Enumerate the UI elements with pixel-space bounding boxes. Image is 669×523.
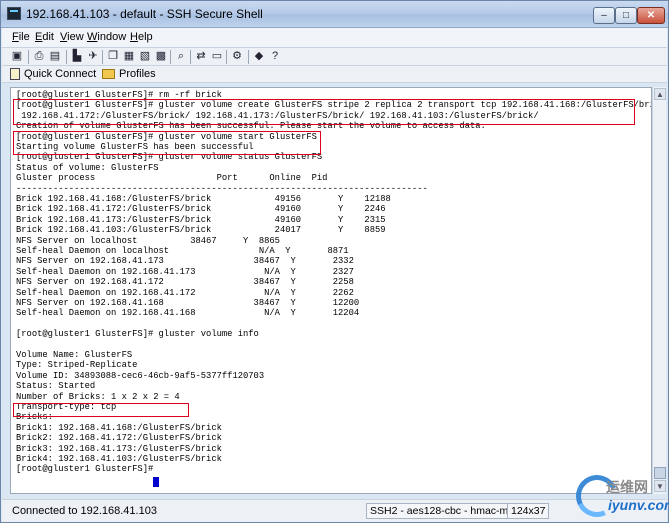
profiles-bar: Quick Connect Profiles [2,66,667,83]
settings-icon[interactable]: ⚙ [230,50,244,63]
terminal-line: NFS Server on 192.168.41.173 38467 Y 233… [16,256,354,267]
terminal-line: Self-heal Daemon on 192.168.41.168 N/A Y… [16,308,360,319]
copy-icon[interactable]: ❐ [106,50,120,63]
terminal-line: [root@gluster1 GlusterFS]# [16,464,159,475]
toolbar-separator [102,50,103,64]
site-watermark: 运维网 iyunv.com [570,469,669,523]
menu-edit[interactable]: Edit [35,31,54,43]
toolbar-separator [248,50,249,64]
clear-icon[interactable]: ▩ [154,50,168,63]
menu-help[interactable]: Help [130,31,153,43]
paste-icon[interactable]: ▦ [122,50,136,63]
menu-view[interactable]: View [60,31,84,43]
terminal-line: Brick 192.168.41.173:/GlusterFS/brick 49… [16,214,386,225]
menu-file[interactable]: File [12,31,30,43]
terminal-line: Self-heal Daemon on localhost N/A Y 8871 [16,246,349,256]
close-button[interactable]: ✕ [637,7,665,24]
toolbar-separator [28,50,29,64]
quick-connect-icon[interactable] [10,68,20,80]
terminal-cursor [153,477,159,487]
toolbar-separator [66,50,67,64]
vertical-scrollbar[interactable]: ▲ ▼ [652,87,666,494]
highlight-create-command [13,99,635,125]
terminal-line: Status: Started [16,381,96,392]
terminal-line: Volume Name: GlusterFS [16,350,133,360]
scroll-up-arrow-icon[interactable]: ▲ [654,88,666,100]
status-bar: Connected to 192.168.41.103 SSH2 - aes12… [2,499,667,522]
window-title: 192.168.41.103 - default - SSH Secure Sh… [26,7,263,21]
menu-window[interactable]: Window [87,31,126,43]
terminal-line: Self-heal Daemon on 192.168.41.172 N/A Y… [16,287,354,298]
terminal-line: Gluster process Port Online Pid [16,173,328,184]
terminal-line: Self-heal Daemon on 192.168.41.173 N/A Y… [16,266,354,277]
terminal-line: Type: Striped-Replicate [16,360,138,371]
terminal-line: Status of volume: GlusterFS [16,162,159,173]
terminal-app-icon [7,7,21,20]
watermark-en-text: iyunv.com [608,497,669,513]
save-icon[interactable]: ▣ [10,50,24,63]
help-icon[interactable]: ◆ [252,50,266,63]
print-preview-icon[interactable]: ▤ [48,50,62,63]
terminal-line: [root@gluster1 GlusterFS]# gluster volum… [16,329,259,340]
toolbar-separator [226,50,227,64]
folder-icon[interactable] [102,69,115,79]
terminal-output[interactable]: [root@gluster1 GlusterFS]# Brick4: 192.1… [10,87,652,494]
terminal-line: Brick 192.168.41.168:/GlusterFS/brick 49… [16,194,391,204]
terminal-line: Brick3: 192.168.41.173:/GlusterFS/brick [16,443,222,454]
whats-this-icon[interactable]: ? [268,50,282,63]
profiles-button[interactable]: Profiles [119,68,156,80]
terminal-line: Brick4: 192.168.41.103:/GlusterFS/brick [16,454,222,464]
maximize-button[interactable]: □ [615,7,637,24]
toolbar-separator [170,50,171,64]
connection-status: Connected to 192.168.41.103 [12,505,157,517]
terminal-line: NFS Server on localhost 38467 Y 8865 [16,235,280,246]
paste-special-icon[interactable]: ▧ [138,50,152,63]
terminal-line: NFS Server on 192.168.41.172 38467 Y 225… [16,277,354,288]
highlight-number-of-bricks [13,403,189,417]
terminal-line: ----------------------------------------… [16,183,428,194]
ssh-client-window: 192.168.41.103 - default - SSH Secure Sh… [0,0,669,523]
find-icon[interactable]: ⌕ [174,50,188,63]
quick-connect-button[interactable]: Quick Connect [24,68,96,80]
terminal-line: NFS Server on 192.168.41.168 38467 Y 122… [16,298,360,308]
terminal-line: Number of Bricks: 1 x 2 x 2 = 4 [16,391,180,402]
file-transfer-icon[interactable]: ⇄ [194,50,208,63]
menu-bar: File Edit View Window Help [2,28,667,48]
highlight-start-command [13,131,321,155]
new-window-icon[interactable]: ▭ [210,50,224,63]
print-icon[interactable]: ⎙ [32,50,46,63]
title-bar[interactable]: 192.168.41.103 - default - SSH Secure Sh… [1,1,668,28]
toolbar-separator [190,50,191,64]
reconnect-icon[interactable]: ✈ [86,50,100,63]
cipher-info: SSH2 - aes128-cbc - hmac-md5 [366,503,524,519]
minimize-button[interactable]: – [593,7,615,24]
terminal-line: Brick 192.168.41.172:/GlusterFS/brick 49… [16,204,386,215]
terminal-line: Brick 192.168.41.103:/GlusterFS/brick 24… [16,225,386,236]
terminal-line: Volume ID: 34893088-cec6-46cb-9af5-5377f… [16,370,265,381]
terminal-line: Brick1: 192.168.41.168:/GlusterFS/brick [16,422,222,433]
watermark-cn-text: 运维网 [606,479,648,495]
terminal-line: Brick2: 192.168.41.172:/GlusterFS/brick [16,433,222,444]
toolbar: ▣ ⎙ ▤ ▙ ✈ ❐ ▦ ▧ ▩ ⌕ ⇄ ▭ ⚙ ◆ ? [2,48,667,66]
disconnect-icon[interactable]: ▙ [70,50,84,63]
terminal-size: 124x37 [507,503,550,519]
